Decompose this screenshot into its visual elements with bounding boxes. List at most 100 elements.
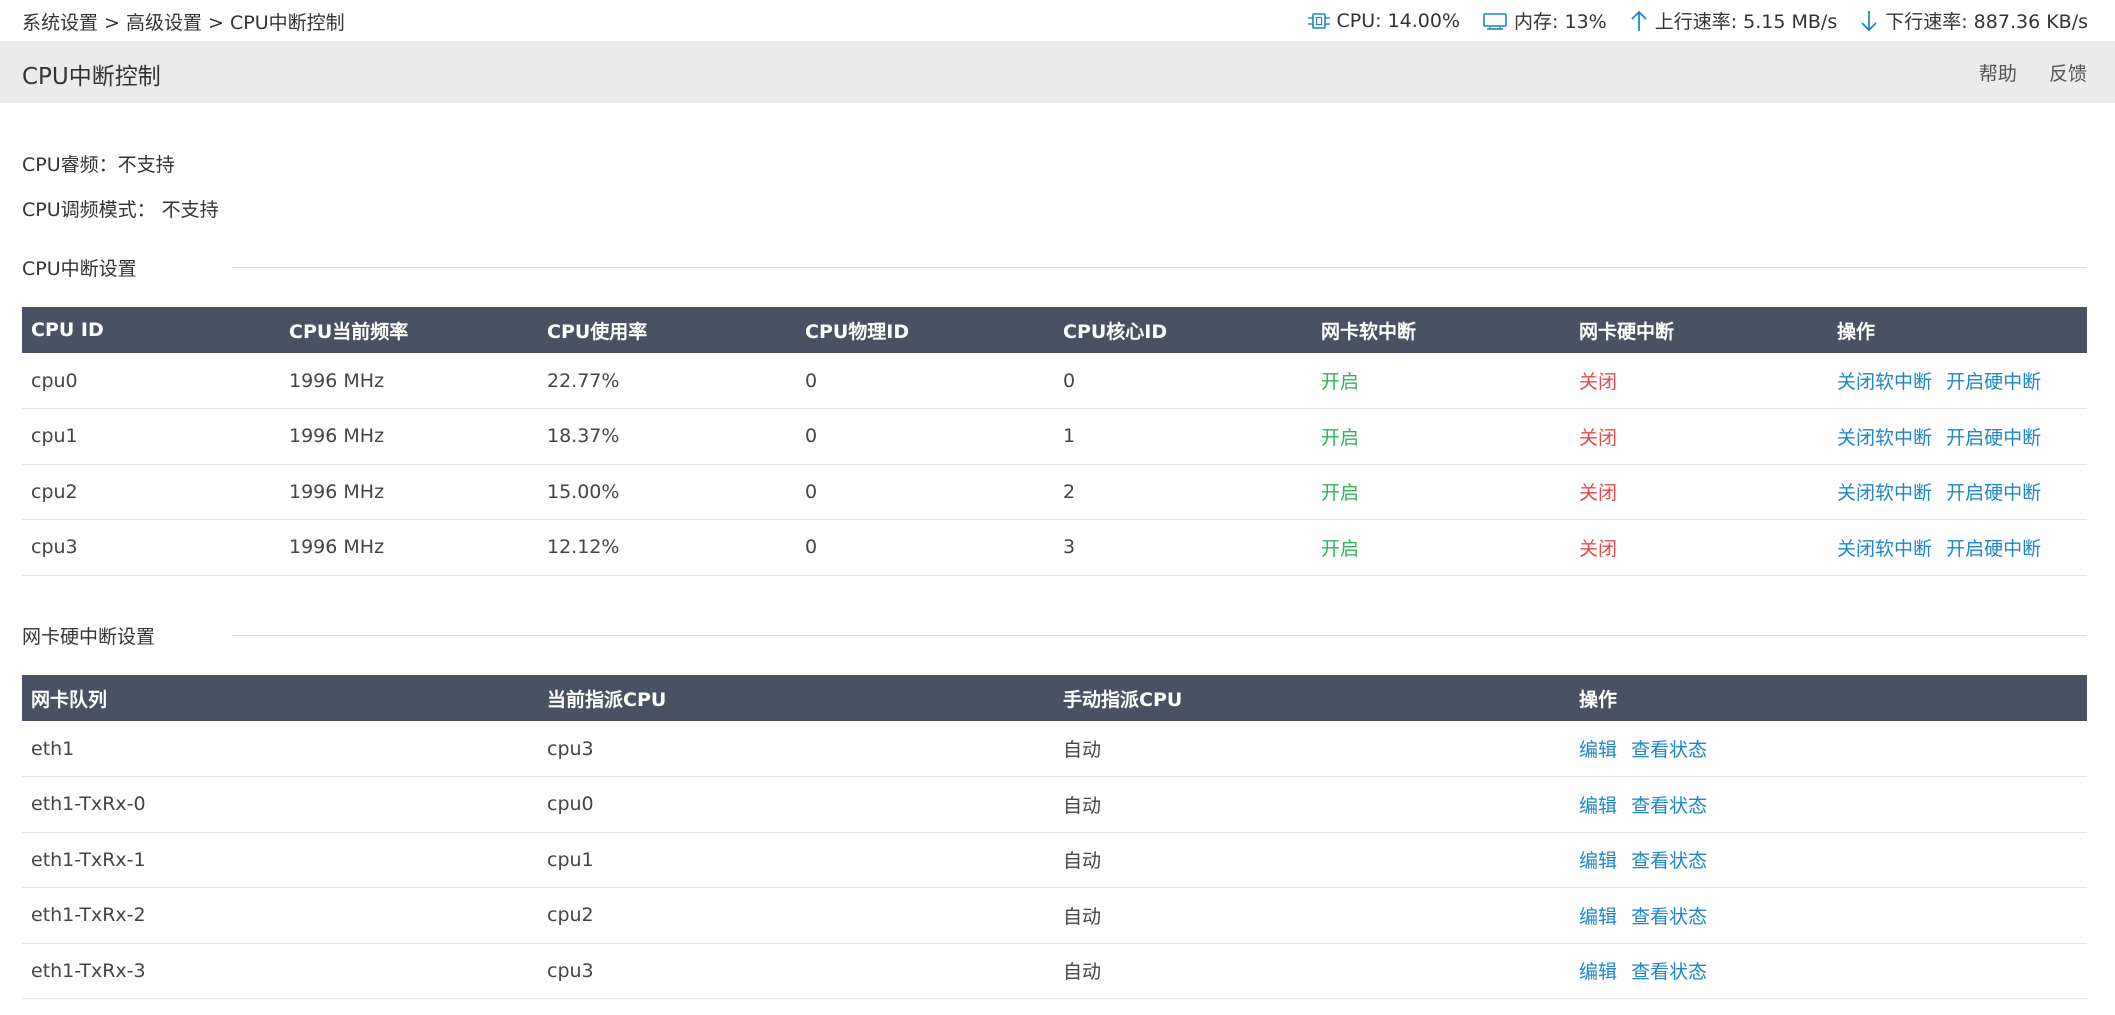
view-status-link[interactable]: 查看状态 (1631, 739, 1707, 761)
cpu-id-cell: cpu0 (31, 369, 78, 392)
enable-hard-interrupt-link[interactable]: 开启硬中断 (1946, 482, 2041, 504)
help-link[interactable]: 帮助 (1979, 63, 2017, 85)
column-header: CPU当前频率 (289, 320, 409, 343)
upload-stat-text: 上行速率: 5.15 MB/s (1654, 11, 1838, 33)
table-row: cpu2 1996 MHz 15.00% 0 2 开启 关闭 关闭软中断 开启硬… (22, 464, 2087, 520)
hard-interrupt-status: 关闭 (1579, 371, 1618, 393)
arrow-down-icon (1861, 10, 1877, 31)
column-header: 网卡软中断 (1321, 320, 1417, 343)
memory-icon (1483, 12, 1507, 30)
divider (232, 635, 2087, 636)
cpu-usage-cell: 15.00% (547, 480, 620, 503)
manual-cpu-cell: 自动 (1063, 794, 1102, 817)
cpu-usage-cell: 18.37% (547, 425, 620, 448)
cpu-chip-icon (1307, 12, 1330, 29)
view-status-link[interactable]: 查看状态 (1631, 795, 1707, 817)
nic-interrupt-table: 网卡队列 当前指派CPU 手动指派CPU 操作 eth1 cpu3 自动 编辑 … (22, 675, 2087, 999)
actions-cell: 关闭软中断 开启硬中断 (1828, 520, 2087, 576)
actions-cell: 关闭软中断 开启硬中断 (1828, 353, 2087, 409)
table-row: cpu1 1996 MHz 18.37% 0 1 开启 关闭 关闭软中断 开启硬… (22, 409, 2087, 465)
actions-cell: 关闭软中断 开启硬中断 (1828, 464, 2087, 520)
table-row: cpu3 1996 MHz 12.12% 0 3 开启 关闭 关闭软中断 开启硬… (22, 520, 2087, 576)
cpu-freq-cell: 1996 MHz (289, 480, 385, 503)
column-header: CPU核心ID (1063, 320, 1168, 343)
edit-link[interactable]: 编辑 (1579, 906, 1617, 928)
manual-cpu-cell: 自动 (1063, 850, 1102, 873)
soft-interrupt-status: 开启 (1321, 371, 1360, 393)
cpu-turbo-info: CPU睿频：不支持 (22, 154, 175, 176)
enable-hard-interrupt-link[interactable]: 开启硬中断 (1946, 427, 2041, 449)
actions-cell: 关闭软中断 开启硬中断 (1828, 409, 2087, 465)
table-row: cpu0 1996 MHz 22.77% 0 0 开启 关闭 关闭软中断 开启硬… (22, 353, 2087, 409)
feedback-link[interactable]: 反馈 (2049, 63, 2087, 85)
current-cpu-cell: cpu2 (547, 904, 594, 927)
column-header: CPU物理ID (805, 320, 910, 343)
actions-cell: 编辑 查看状态 (1570, 888, 2087, 944)
table-row: eth1-TxRx-3 cpu3 自动 编辑 查看状态 (22, 943, 2087, 999)
edit-link[interactable]: 编辑 (1579, 961, 1617, 983)
disable-soft-interrupt-link[interactable]: 关闭软中断 (1837, 371, 1932, 393)
system-stats: CPU: 14.00% 内存: 13% 上行速率: 5.15 MB/s 下行速率… (1285, 7, 2088, 34)
cpu-freq-cell: 1996 MHz (289, 425, 385, 448)
cpu-core-id-cell: 0 (1063, 369, 1076, 392)
disable-soft-interrupt-link[interactable]: 关闭软中断 (1837, 538, 1932, 560)
enable-hard-interrupt-link[interactable]: 开启硬中断 (1946, 538, 2041, 560)
hard-interrupt-status: 关闭 (1579, 426, 1618, 449)
cpu-physical-id-cell: 0 (805, 369, 818, 392)
table-header-row: CPU ID CPU当前频率 CPU使用率 CPU物理ID CPU核心ID 网卡… (22, 307, 2087, 353)
arrow-up-icon (1631, 10, 1647, 31)
hard-interrupt-status: 关闭 (1579, 537, 1618, 560)
download-stat: 下行速率: 887.36 KB/s (1859, 7, 2088, 34)
column-header: CPU ID (31, 319, 104, 341)
column-header: 操作 (1837, 320, 1876, 343)
view-status-link[interactable]: 查看状态 (1631, 906, 1707, 928)
cpu-physical-id-cell: 0 (805, 425, 818, 448)
download-stat-text: 下行速率: 887.36 KB/s (1885, 11, 2088, 33)
edit-link[interactable]: 编辑 (1579, 850, 1617, 872)
soft-interrupt-status: 开启 (1321, 537, 1360, 560)
column-header: CPU使用率 (547, 320, 648, 343)
current-cpu-cell: cpu1 (547, 848, 594, 871)
table-row: eth1 cpu3 自动 编辑 查看状态 (22, 721, 2087, 777)
disable-soft-interrupt-link[interactable]: 关闭软中断 (1837, 427, 1932, 449)
current-cpu-cell: cpu3 (547, 959, 594, 982)
edit-link[interactable]: 编辑 (1579, 795, 1617, 817)
column-header: 网卡硬中断 (1579, 320, 1675, 343)
column-header: 当前指派CPU (547, 688, 667, 711)
cpu-section-title: CPU中断设置 (22, 254, 137, 281)
memory-stat-text: 内存: 13% (1514, 11, 1607, 33)
enable-hard-interrupt-link[interactable]: 开启硬中断 (1946, 371, 2041, 393)
actions-cell: 编辑 查看状态 (1570, 777, 2087, 833)
actions-cell: 编辑 查看状态 (1570, 721, 2087, 777)
nic-queue-cell: eth1 (31, 737, 75, 760)
cpu-physical-id-cell: 0 (805, 480, 818, 503)
disable-soft-interrupt-link[interactable]: 关闭软中断 (1837, 482, 1932, 504)
cpu-stat-text: CPU: 14.00% (1336, 9, 1461, 32)
cpu-usage-cell: 12.12% (547, 536, 620, 559)
nic-queue-cell: eth1-TxRx-0 (31, 793, 146, 816)
view-status-link[interactable]: 查看状态 (1631, 850, 1707, 872)
nic-queue-cell: eth1-TxRx-2 (31, 904, 146, 927)
hard-interrupt-status: 关闭 (1579, 482, 1618, 505)
page-title: CPU中断控制 (22, 64, 161, 90)
edit-link[interactable]: 编辑 (1579, 739, 1617, 761)
top-status-bar: 系统设置 > 高级设置 > CPU中断控制 CPU: 14.00% 内存: 13… (0, 0, 2115, 40)
view-status-link[interactable]: 查看状态 (1631, 961, 1707, 983)
cpu-stat: CPU: 14.00% (1307, 9, 1461, 32)
table-row: eth1-TxRx-0 cpu0 自动 编辑 查看状态 (22, 777, 2087, 833)
breadcrumb: 系统设置 > 高级设置 > CPU中断控制 (22, 12, 345, 34)
manual-cpu-cell: 自动 (1063, 961, 1102, 984)
column-header: 手动指派CPU (1063, 688, 1183, 711)
table-header-row: 网卡队列 当前指派CPU 手动指派CPU 操作 (22, 675, 2087, 721)
actions-cell: 编辑 查看状态 (1570, 832, 2087, 888)
cpu-governor-info: CPU调频模式： 不支持 (22, 199, 219, 221)
manual-cpu-cell: 自动 (1063, 905, 1102, 928)
cpu-id-cell: cpu3 (31, 536, 78, 559)
cpu-core-id-cell: 2 (1063, 480, 1076, 503)
cpu-core-id-cell: 3 (1063, 536, 1076, 559)
actions-cell: 编辑 查看状态 (1570, 943, 2087, 999)
title-actions: 帮助 反馈 (1953, 59, 2087, 86)
column-header: 操作 (1579, 688, 1618, 711)
divider (232, 267, 2087, 268)
current-cpu-cell: cpu0 (547, 793, 594, 816)
